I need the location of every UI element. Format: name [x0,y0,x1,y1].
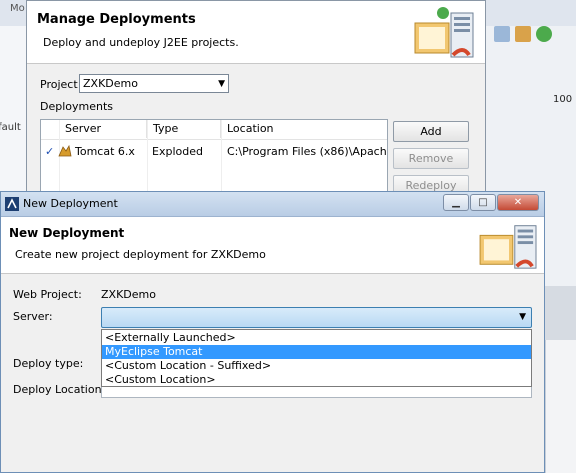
ide-zoom-value[interactable]: 100 [553,94,572,105]
deploy-type-label: Deploy type: [13,357,84,370]
toolbar-server-icon[interactable] [494,26,510,42]
server-label: Server: [13,310,53,323]
server-dropdown-list[interactable]: <Externally Launched> MyEclipse Tomcat <… [101,329,532,387]
ide-bottom-right-panel [545,340,576,473]
deploy-banner-icon [479,225,537,269]
minimize-button[interactable]: ▁ [443,194,469,211]
project-combo[interactable]: ZXKDemo ▼ [79,74,229,93]
dropdown-option[interactable]: <Externally Launched> [102,331,531,345]
new-deployment-subtitle: Create new project deployment for ZXKDem… [15,248,266,261]
project-combo-value: ZXKDemo [83,77,138,90]
project-label: Project [40,78,78,91]
toolbar-run-icon[interactable] [536,26,552,42]
new-deployment-banner: New Deployment Create new project deploy… [1,217,544,274]
column-divider [221,120,222,202]
row-server[interactable]: Tomcat 6.x [75,143,135,161]
row-type[interactable]: Exploded [152,143,203,161]
new-deployment-dialog: New Deployment ▁ □ ✕ New Deployment Crea… [0,191,545,473]
deploy-location-label: Deploy Location: [13,383,106,396]
dropdown-option-selected[interactable]: MyEclipse Tomcat [102,345,531,359]
web-project-value: ZXKDemo [101,288,156,301]
myeclipse-icon [5,197,19,211]
column-header-server[interactable]: Server [61,120,147,138]
manage-subtitle: Deploy and undeploy J2EE projects. [43,36,239,49]
window-title: New Deployment [23,197,118,210]
toolbar-package-icon[interactable] [515,26,531,42]
ide-left-label: efault [0,122,21,133]
checkmark-icon: ✓ [45,145,55,158]
maximize-button[interactable]: □ [470,194,496,211]
column-header-type[interactable]: Type [149,120,221,138]
web-project-label: Web Project: [13,288,82,301]
manage-banner: Manage Deployments Deploy and undeploy J… [27,1,485,64]
tomcat-icon [58,144,72,162]
remove-button[interactable]: Remove [393,148,469,169]
column-header-location[interactable]: Location [223,120,387,138]
row-location[interactable]: C:\Program Files (x86)\Apache S [227,143,387,161]
deployments-label: Deployments [40,100,114,113]
close-button[interactable]: ✕ [497,194,539,211]
add-button[interactable]: Add [393,121,469,142]
server-select[interactable]: ▼ [101,307,532,328]
new-deployment-title: New Deployment [9,226,125,240]
dropdown-option[interactable]: <Custom Location> [102,373,531,387]
ide-right-toolbar [494,26,552,42]
manage-title: Manage Deployments [37,12,196,27]
window-controls: ▁ □ ✕ [443,194,539,211]
chevron-down-icon[interactable]: ▼ [519,312,526,322]
manage-deployments-dialog: Manage Deployments Deploy and undeploy J… [26,0,486,203]
dropdown-option[interactable]: <Custom Location - Suffixed> [102,359,531,373]
chevron-down-icon: ▼ [218,78,225,89]
deploy-banner-icon [414,7,474,58]
window-title-bar[interactable]: New Deployment ▁ □ ✕ [1,192,544,217]
column-divider [147,120,148,202]
